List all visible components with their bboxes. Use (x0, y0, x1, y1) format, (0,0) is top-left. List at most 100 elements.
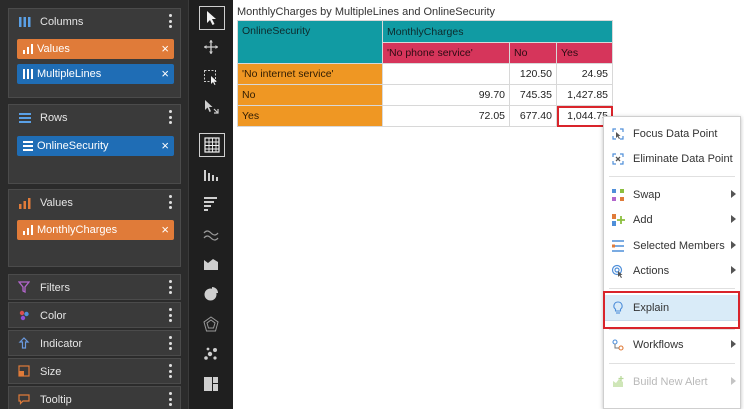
treemap-tool[interactable] (199, 373, 225, 397)
area-chart-icon (204, 259, 218, 270)
columns-field-multiplelines[interactable]: MultipleLines × (17, 64, 174, 84)
bar-chart-tool[interactable] (199, 193, 225, 217)
table-row: Yes 72.05 677.40 1,044.75 (237, 105, 613, 127)
data-cell[interactable]: 1,427.85 (556, 84, 613, 106)
rows-field-onlinesecurity[interactable]: OnlineSecurity × (17, 136, 174, 156)
data-cell[interactable] (382, 63, 510, 85)
eliminate-icon (612, 153, 624, 165)
column-chart-icon (204, 170, 218, 181)
move-icon (204, 40, 218, 54)
remove-field-icon[interactable]: × (161, 138, 169, 153)
menu-item-add[interactable]: Add (604, 208, 740, 232)
workflows-icon (612, 339, 624, 351)
indicator-arrow-icon (18, 337, 30, 349)
focus-icon (612, 128, 624, 140)
visual-toolbar (188, 0, 233, 409)
columns-field-values[interactable]: Values × (17, 39, 174, 59)
actions-icon (611, 264, 623, 278)
drill-icon (205, 100, 219, 114)
values-well-header: Values (9, 190, 180, 216)
remove-field-icon[interactable]: × (161, 222, 169, 237)
column-header[interactable]: Yes (556, 42, 613, 64)
indicator-well[interactable]: Indicator (8, 330, 181, 356)
color-menu-icon[interactable] (169, 308, 173, 323)
menu-item-build-new-alert[interactable]: Build New Alert (604, 370, 740, 394)
alert-icon (613, 376, 624, 387)
filter-icon (18, 281, 30, 293)
menu-item-swap[interactable]: Swap (604, 183, 740, 207)
scatter-chart-tool[interactable] (199, 343, 225, 367)
data-cell[interactable]: 24.95 (556, 63, 613, 85)
rows-well: Rows OnlineSecurity × (8, 104, 181, 184)
menu-label: Actions (633, 265, 670, 277)
column-chart-tool[interactable] (199, 163, 225, 187)
radar-chart-tool[interactable] (199, 313, 225, 337)
remove-field-icon[interactable]: × (161, 66, 169, 81)
columns-menu-icon[interactable] (169, 14, 173, 29)
selected-members-icon (612, 240, 624, 252)
data-cell[interactable]: 99.70 (382, 84, 510, 106)
tooltip-menu-icon[interactable] (169, 392, 173, 407)
explain-highlight-box (603, 291, 740, 329)
tooltip-well[interactable]: Tooltip (8, 386, 181, 409)
size-well[interactable]: Size (8, 358, 181, 384)
data-cell[interactable]: 72.05 (382, 105, 510, 127)
scatter-chart-icon (204, 347, 217, 360)
row-header[interactable]: 'No internet service' (237, 63, 383, 85)
menu-separator (609, 363, 735, 364)
data-cell[interactable]: 677.40 (509, 105, 557, 127)
color-label: Color (40, 310, 67, 322)
size-label: Size (40, 366, 62, 378)
menu-item-focus-data-point[interactable]: Focus Data Point (604, 122, 740, 146)
filters-label: Filters (40, 282, 70, 294)
drill-tool[interactable] (199, 96, 225, 120)
row-header[interactable]: No (237, 84, 383, 106)
grid-table-icon (204, 137, 220, 153)
hierarchy-icon (23, 69, 33, 79)
grid-table-tool[interactable] (199, 133, 225, 157)
measure-icon (19, 198, 31, 209)
select-region-tool[interactable] (199, 66, 225, 90)
indicator-menu-icon[interactable] (169, 336, 173, 351)
filters-menu-icon[interactable] (169, 280, 173, 295)
data-cell[interactable]: 745.35 (509, 84, 557, 106)
menu-item-eliminate-data-point[interactable]: Eliminate Data Point (604, 147, 740, 171)
data-cell[interactable]: 120.50 (509, 63, 557, 85)
size-icon (18, 365, 30, 377)
rows-title: Rows (40, 112, 68, 124)
menu-item-selected-members[interactable]: Selected Members (604, 234, 740, 258)
columns-icon (19, 17, 31, 27)
area-chart-tool[interactable] (199, 253, 225, 277)
color-palette-icon (19, 310, 29, 321)
treemap-icon (204, 377, 218, 391)
table-row: No 99.70 745.35 1,427.85 (237, 84, 613, 106)
values-title: Values (40, 197, 73, 209)
submenu-arrow-icon (731, 340, 736, 348)
color-well[interactable]: Color (8, 302, 181, 328)
remove-field-icon[interactable]: × (161, 41, 169, 56)
menu-separator (609, 329, 735, 330)
field-label: Values (37, 43, 70, 55)
values-field-monthlycharges[interactable]: MonthlyCharges × (17, 220, 174, 240)
size-menu-icon[interactable] (169, 364, 173, 379)
pointer-tool[interactable] (199, 6, 225, 30)
filters-well[interactable]: Filters (8, 274, 181, 300)
fields-panel: Columns Values × MultipleLines × Rows On… (0, 0, 188, 409)
measure-header[interactable]: MonthlyCharges (382, 20, 613, 43)
column-header[interactable]: No (509, 42, 557, 64)
table-row: 'No internet service' 120.50 24.95 (237, 63, 613, 85)
column-header[interactable]: 'No phone service' (382, 42, 510, 64)
row-header[interactable]: Yes (237, 105, 383, 127)
rows-menu-icon[interactable] (169, 110, 173, 125)
submenu-arrow-icon (731, 190, 736, 198)
measure-icon (23, 44, 33, 54)
line-chart-tool[interactable] (199, 223, 225, 247)
move-tool[interactable] (199, 36, 225, 60)
menu-item-actions[interactable]: Actions (604, 259, 740, 283)
menu-label: Eliminate Data Point (633, 153, 733, 165)
pie-chart-tool[interactable] (199, 283, 225, 307)
values-menu-icon[interactable] (169, 195, 173, 210)
pie-chart-icon (204, 287, 218, 301)
values-well: Values MonthlyCharges × (8, 189, 181, 267)
menu-item-workflows[interactable]: Workflows (604, 333, 740, 357)
